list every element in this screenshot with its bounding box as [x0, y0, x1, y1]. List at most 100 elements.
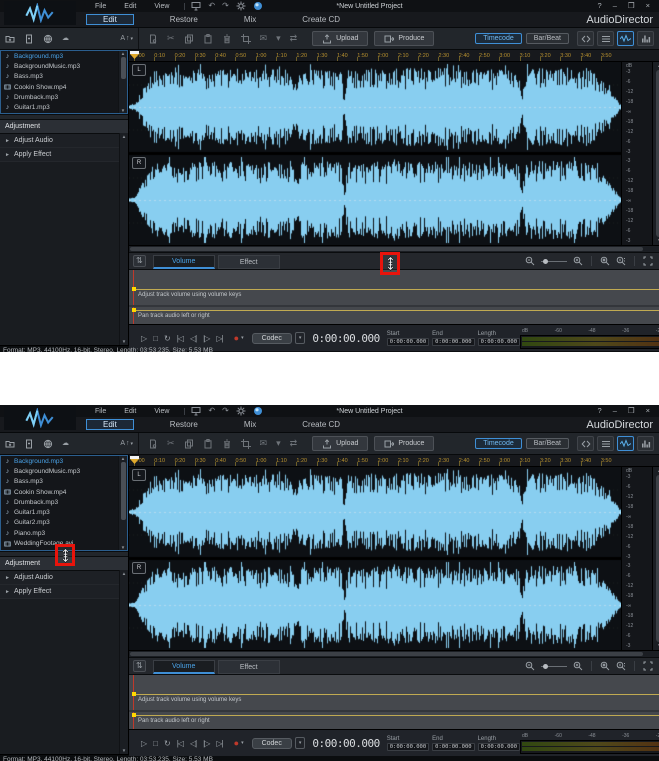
step-forward-button[interactable]: |▷ — [203, 739, 210, 748]
codec-button[interactable]: Codec — [251, 332, 292, 344]
scroll-down-icon[interactable]: ▼ — [122, 339, 126, 344]
pan-keyframe-node[interactable] — [132, 713, 136, 717]
list-item[interactable]: Cookin Show.mp4 — [1, 82, 127, 92]
adjustment-section[interactable]: ► Apply Effect — [0, 148, 128, 162]
range-field-value[interactable]: 0:00:00.000 — [477, 742, 521, 751]
room-tab[interactable]: Restore — [160, 419, 208, 430]
cut-icon[interactable]: ✂ — [167, 34, 175, 43]
room-tab[interactable]: Edit — [86, 419, 134, 430]
zoom-slider[interactable] — [541, 663, 567, 669]
bar-beat-button[interactable]: Bar/Beat — [525, 438, 569, 449]
range-field-value[interactable]: 0:00:00.000 — [477, 337, 521, 346]
go-to-start-button[interactable]: |◁ — [177, 739, 184, 748]
pan-keyframe-node[interactable] — [132, 308, 136, 312]
list-item[interactable]: ♪ Guitar1.mp3 — [1, 507, 127, 517]
adjustment-section[interactable]: ► Apply Effect — [0, 585, 128, 599]
list-item[interactable]: ♪ Drumback.mp3 — [1, 497, 127, 507]
menu-item[interactable]: View — [154, 408, 169, 415]
volume-envelope-line[interactable] — [133, 289, 659, 290]
sort-button[interactable]: A ↑ ▾ — [120, 35, 133, 42]
loop-button[interactable]: ↻ — [164, 739, 171, 748]
scrollbar-thumb[interactable] — [655, 70, 659, 237]
zoom-out-icon[interactable] — [525, 661, 535, 671]
upload-button[interactable]: Upload — [312, 31, 369, 46]
sort-button[interactable]: A ↑ ▾ — [120, 440, 133, 447]
room-tab[interactable]: Create CD — [292, 14, 350, 25]
room-tab[interactable]: Mix — [234, 14, 266, 25]
timecode-button[interactable]: Timecode — [475, 33, 522, 44]
list-item[interactable]: ♪ BackgroundMusic.mp3 — [1, 466, 127, 476]
record-caret-icon[interactable]: ▾ — [241, 740, 244, 746]
cut-icon[interactable]: ✂ — [167, 439, 175, 448]
step-backward-button[interactable]: ◁| — [190, 334, 197, 343]
import-media-icon[interactable] — [5, 34, 15, 44]
caret-down-icon[interactable]: ▾ — [276, 439, 281, 448]
menu-item[interactable]: File — [95, 3, 106, 10]
file-settings-icon[interactable] — [148, 439, 158, 449]
envelope-icon[interactable]: ✉ — [260, 439, 268, 448]
scrollbar-thumb[interactable] — [120, 462, 126, 520]
waveform-display[interactable]: L R — [129, 62, 621, 245]
convert-icon[interactable]: ⇄ — [290, 34, 298, 43]
import-file-icon[interactable] — [24, 439, 34, 449]
list-item[interactable]: ♪ Bass.mp3 — [1, 72, 127, 82]
expand-lanes-icon[interactable]: ⇅ — [133, 660, 146, 672]
trim-icon[interactable] — [240, 438, 251, 449]
import-file-icon[interactable] — [24, 34, 34, 44]
import-media-icon[interactable] — [5, 439, 15, 449]
loop-button[interactable]: ↻ — [164, 334, 171, 343]
expand-panel-icon[interactable] — [643, 661, 653, 671]
vertical-scrollbar[interactable]: ▲ ▼ — [652, 62, 659, 245]
adjustment-section[interactable]: ► Adjust Audio — [0, 134, 128, 148]
record-caret-icon[interactable]: ▾ — [241, 335, 244, 341]
menu-item[interactable]: View — [154, 3, 169, 10]
room-tab[interactable]: Create CD — [292, 419, 350, 430]
caret-down-icon[interactable]: ▾ — [276, 34, 281, 43]
step-forward-button[interactable]: |▷ — [203, 334, 210, 343]
menu-item[interactable]: Edit — [124, 3, 136, 10]
go-to-end-button[interactable]: ▷| — [216, 334, 223, 343]
restore-button[interactable]: ❒ — [628, 2, 635, 10]
stereo-waveform-canvas[interactable] — [129, 467, 621, 650]
lane-tab[interactable]: Effect — [217, 255, 280, 269]
volume-keyframe-node[interactable] — [132, 692, 136, 696]
record-button[interactable]: ● — [234, 333, 239, 343]
lane-divider[interactable] — [129, 710, 659, 712]
stereo-waveform-canvas[interactable] — [129, 62, 621, 245]
zoom-selection-icon[interactable] — [616, 256, 626, 266]
scroll-down-icon[interactable]: ▼ — [121, 108, 125, 113]
copy-icon[interactable] — [184, 34, 194, 44]
help-button[interactable]: ? — [598, 407, 602, 415]
scroll-up-icon[interactable]: ▲ — [121, 456, 125, 461]
scrollbar-thumb[interactable] — [130, 247, 643, 251]
range-field-value[interactable]: 0:00:00.000 — [432, 742, 475, 751]
upload-button[interactable]: Upload — [312, 436, 369, 451]
expand-panel-icon[interactable] — [643, 256, 653, 266]
timecode-button[interactable]: Timecode — [475, 438, 522, 449]
copy-icon[interactable] — [184, 439, 194, 449]
restore-button[interactable]: ❒ — [628, 407, 635, 415]
play-button[interactable]: ▷ — [141, 739, 147, 748]
zoom-fit-icon[interactable] — [600, 256, 610, 266]
list-item[interactable]: ♪ Piano.mp3 — [1, 528, 127, 538]
lane-tab[interactable]: Volume — [152, 255, 215, 269]
timeline-ruler[interactable]: 0:00 0:10 0:20 0:30 0:40 0:50 1:00 1:10 1:20 1:30… — [129, 455, 659, 467]
bar-beat-button[interactable]: Bar/Beat — [525, 33, 569, 44]
close-button[interactable]: × — [646, 2, 650, 10]
cloud-icon[interactable]: ☁ — [62, 35, 69, 42]
convert-icon[interactable]: ⇄ — [290, 439, 298, 448]
range-field-value[interactable]: 0:00:00.000 — [386, 337, 430, 346]
scrollbar-thumb[interactable] — [130, 652, 643, 656]
file-settings-icon[interactable] — [148, 34, 158, 44]
codec-caret-icon[interactable]: ▾ — [294, 332, 306, 344]
playhead-marker-icon[interactable] — [130, 456, 140, 465]
codec-caret-icon[interactable]: ▾ — [294, 737, 306, 749]
scrollbar-thumb[interactable] — [655, 475, 659, 642]
minimize-button[interactable]: – — [613, 2, 617, 10]
paste-icon[interactable] — [203, 438, 213, 449]
play-button[interactable]: ▷ — [141, 334, 147, 343]
timeline-ruler[interactable]: 0:00 0:10 0:20 0:30 0:40 0:50 1:00 1:10 1:20 1:30… — [129, 50, 659, 62]
lane-tab[interactable]: Volume — [152, 660, 215, 674]
produce-button[interactable]: Produce — [374, 436, 435, 451]
list-item[interactable]: ♪ Guitar1.mp3 — [1, 102, 127, 112]
